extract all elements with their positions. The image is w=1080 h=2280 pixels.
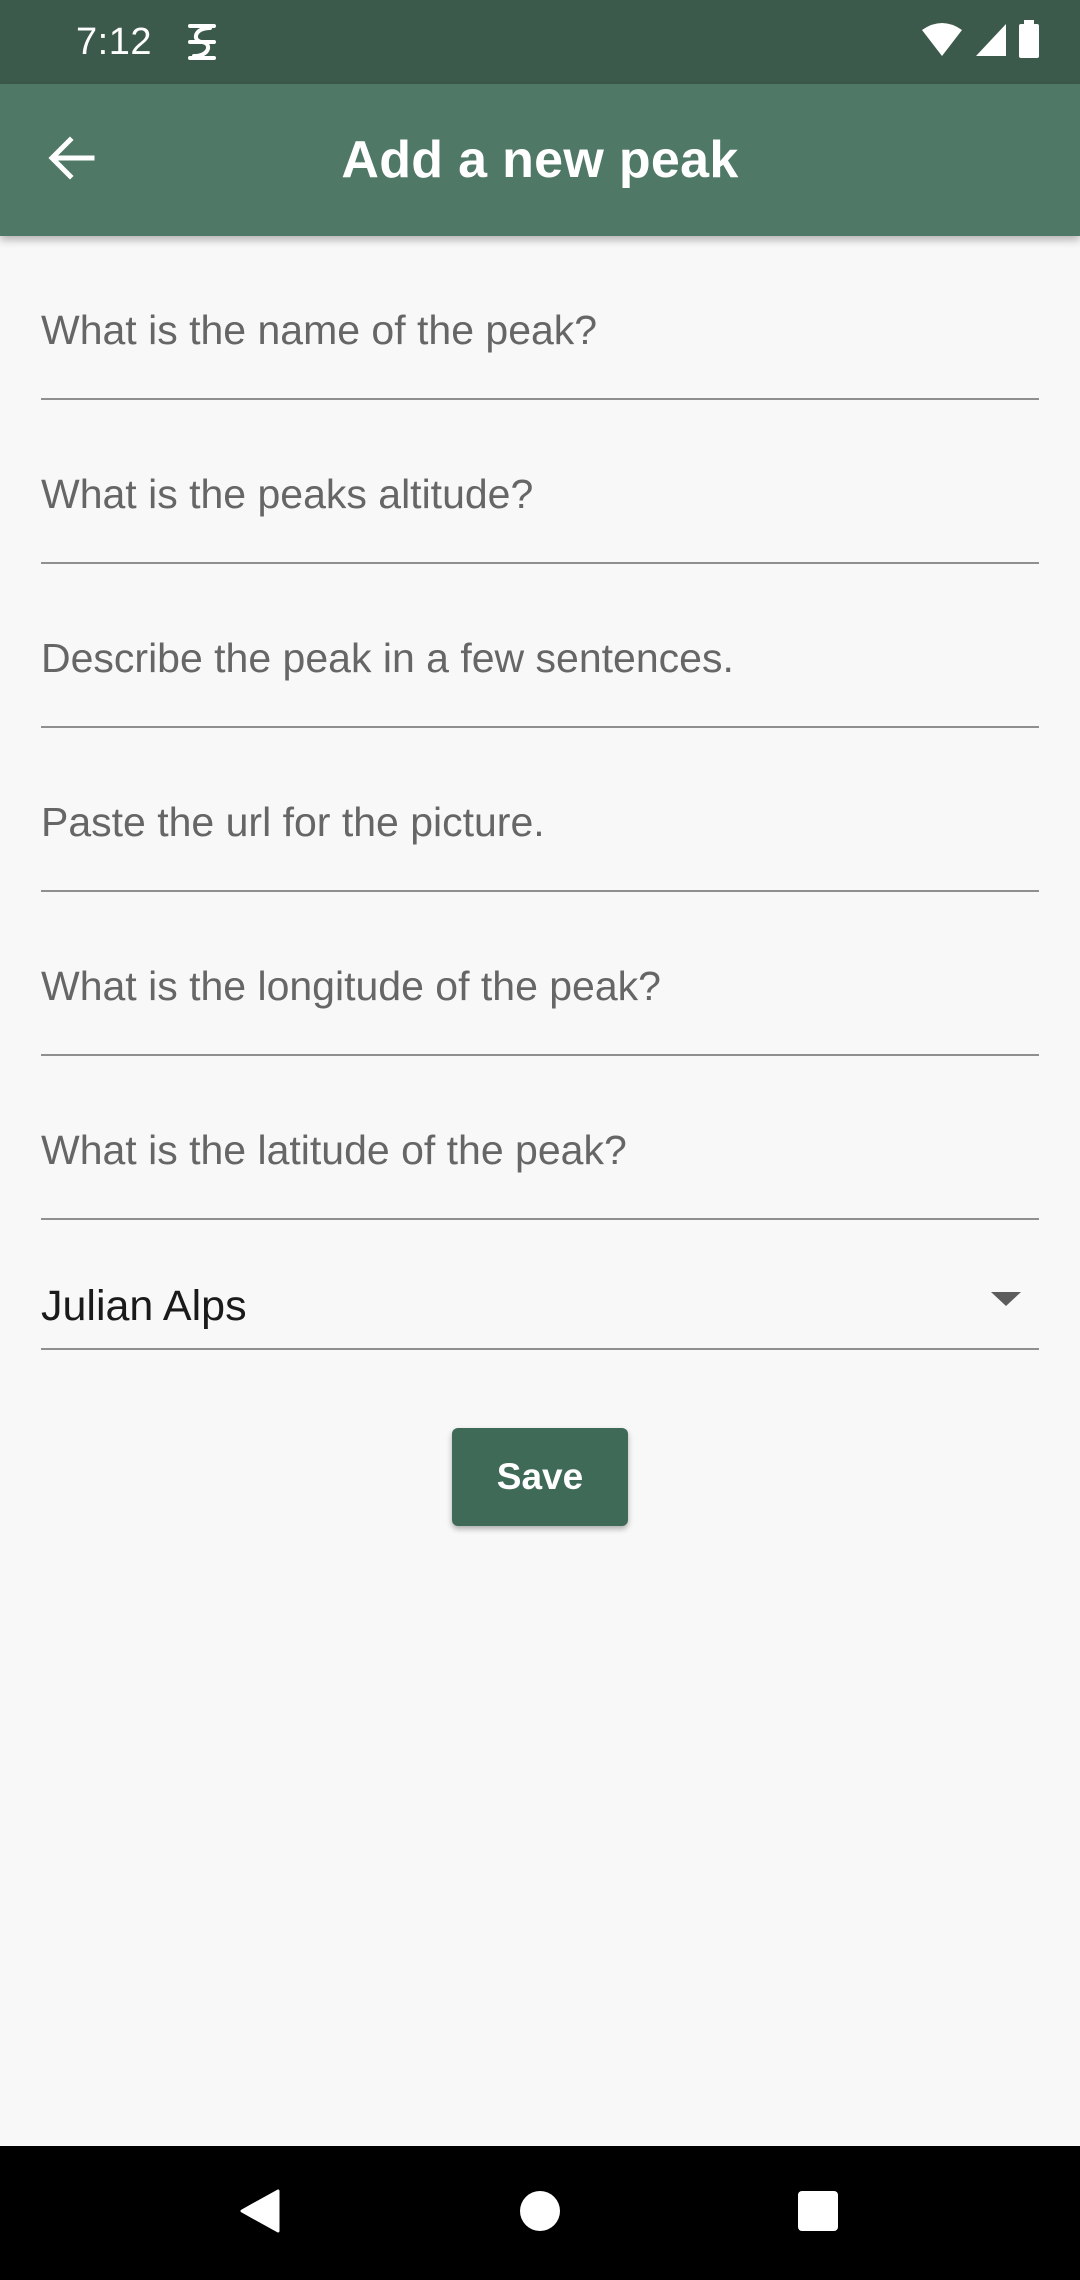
screen: 7:12 Add a new peak What is the name of …	[0, 0, 1080, 2280]
save-button[interactable]: Save	[452, 1428, 628, 1526]
longitude-input[interactable]	[41, 956, 1039, 1016]
altitude-field-container	[41, 400, 1039, 564]
latitude-input[interactable]	[41, 1120, 1039, 1180]
notification-s-icon	[184, 22, 220, 62]
status-icons	[920, 19, 1040, 65]
altitude-input[interactable]	[41, 464, 1039, 524]
mountain-range-dropdown[interactable]: Julian Alps	[41, 1220, 1039, 1350]
picture-url-input[interactable]	[41, 792, 1039, 852]
wifi-icon	[920, 22, 964, 63]
latitude-field-container	[41, 1056, 1039, 1220]
picture-url-field-container	[41, 728, 1039, 892]
page-title: Add a new peak	[341, 131, 739, 189]
status-bar: 7:12	[0, 0, 1080, 84]
description-field-container	[41, 564, 1039, 728]
nav-recents-icon	[797, 2190, 839, 2237]
longitude-field-container	[41, 892, 1039, 1056]
nav-back-icon	[238, 2187, 282, 2240]
app-bar: Add a new peak	[0, 84, 1080, 236]
battery-icon	[1018, 19, 1040, 65]
add-peak-form: Julian Alps	[41, 236, 1039, 1350]
cell-signal-icon	[974, 22, 1008, 63]
nav-back-button[interactable]	[190, 2146, 330, 2280]
nav-home-button[interactable]	[470, 2146, 610, 2280]
peak-name-input[interactable]	[41, 300, 1039, 360]
nav-recents-button[interactable]	[748, 2146, 888, 2280]
description-input[interactable]	[41, 628, 1039, 688]
peak-name-field-container	[41, 236, 1039, 400]
arrow-drop-down-icon	[991, 1292, 1021, 1306]
status-time: 7:12	[76, 21, 152, 63]
mountain-range-selected-value: Julian Alps	[41, 1282, 247, 1330]
nav-home-icon	[519, 2190, 561, 2237]
navigation-bar	[0, 2146, 1080, 2280]
